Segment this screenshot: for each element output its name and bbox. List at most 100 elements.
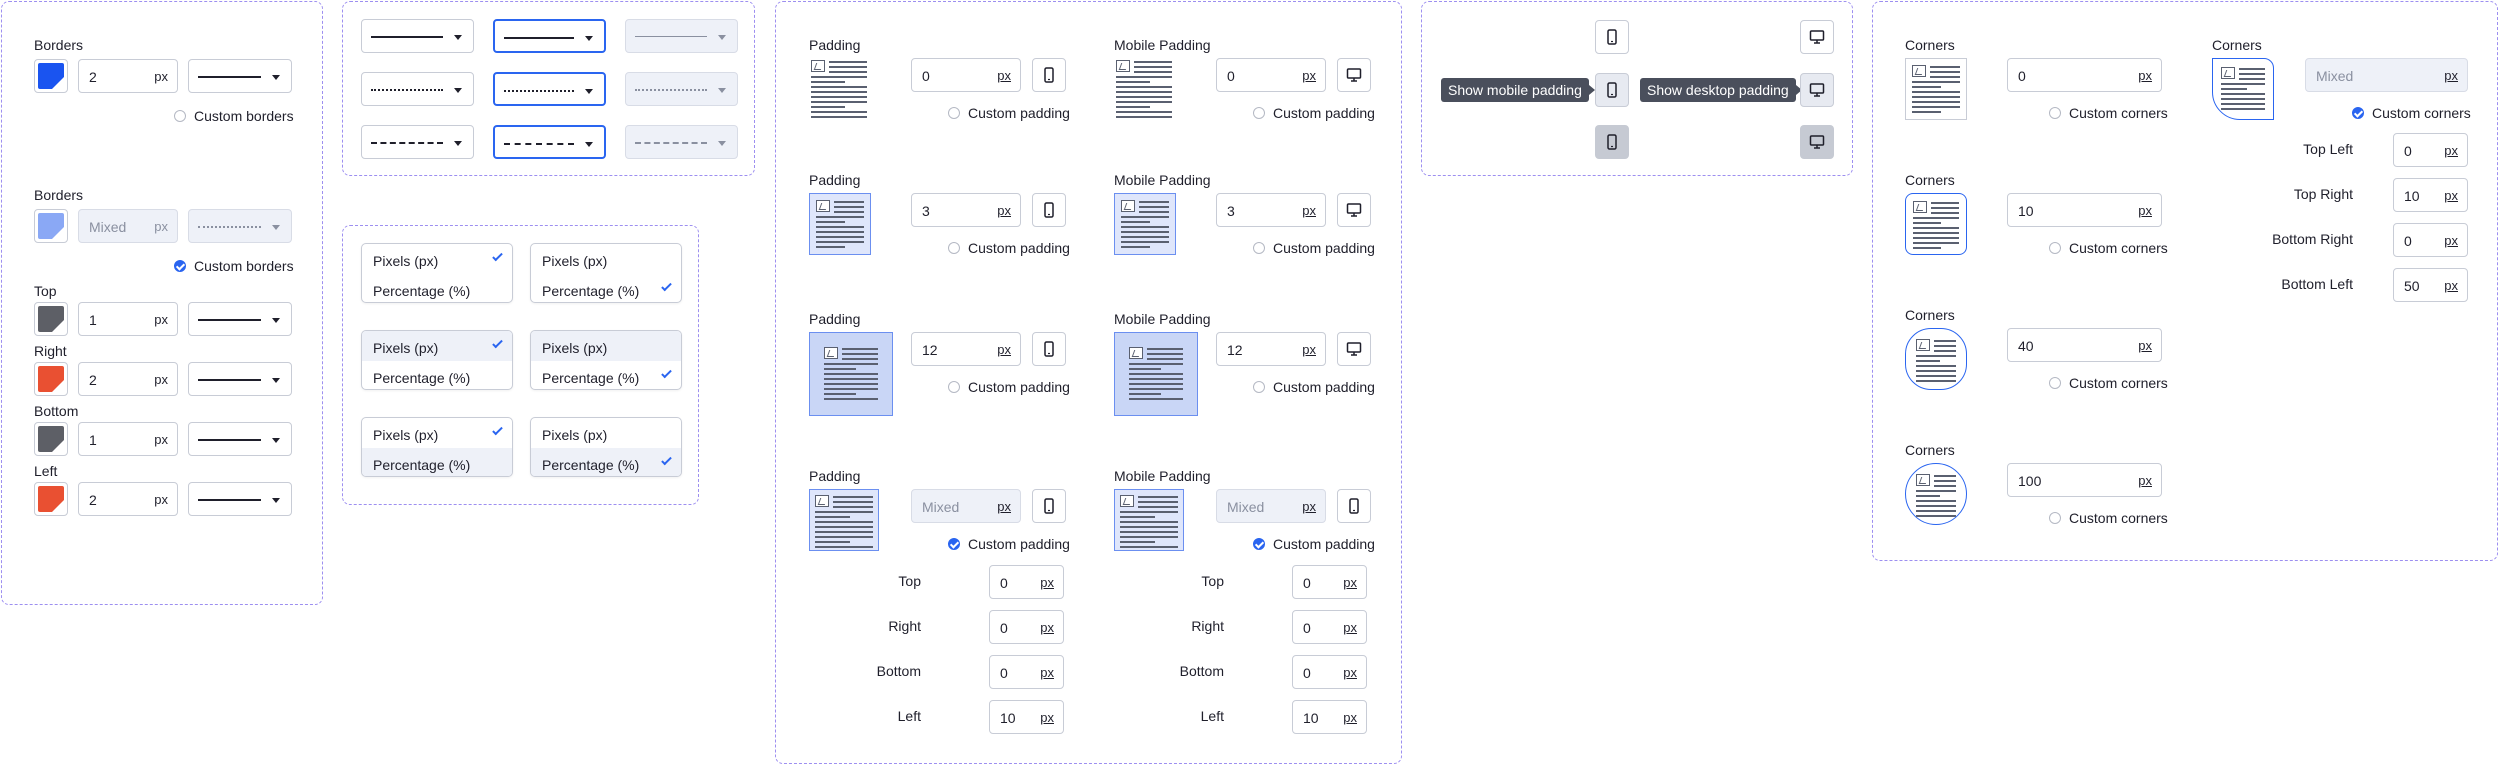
desktop-toggle-button-hover[interactable] (1800, 73, 1834, 107)
line-solid-select-disabled[interactable] (625, 19, 738, 53)
border-left-style-select[interactable] (188, 482, 292, 516)
mobile-toggle-button[interactable] (1337, 489, 1371, 523)
text-line (833, 501, 873, 503)
border-bottom-width-input[interactable]: 1 px (78, 422, 178, 456)
border-right-width-input[interactable]: 2 px (78, 362, 178, 396)
line-dotted-select-disabled[interactable] (625, 72, 738, 106)
text-line (1129, 388, 1183, 390)
mobile-toggle-button-active[interactable] (1595, 125, 1629, 159)
corner-bottom-left-input[interactable]: 50 px (2393, 268, 2468, 302)
unit-option-percentage[interactable]: Percentage (%) (531, 274, 681, 302)
unit-option-percentage[interactable]: Percentage (%) (531, 448, 681, 476)
custom-padding-checkbox[interactable]: Custom padding (948, 240, 1070, 256)
border-style-select[interactable] (188, 59, 292, 93)
border-top-style-select[interactable] (188, 302, 292, 336)
border-right-style-select[interactable] (188, 362, 292, 396)
line-dashed-select-disabled[interactable] (625, 125, 738, 159)
desktop-toggle-button[interactable] (1800, 20, 1834, 54)
unit-option-percentage[interactable]: Percentage (%) (531, 361, 681, 389)
border-top-width-input[interactable]: 1 px (78, 302, 178, 336)
padding-right-input[interactable]: 0 px (989, 610, 1064, 644)
padding-input-mixed[interactable]: Mixed px (911, 489, 1021, 523)
mobile-toggle-button[interactable] (1032, 58, 1066, 92)
custom-padding-checkbox[interactable]: Custom padding (948, 379, 1070, 395)
line-dashed-select[interactable] (361, 125, 474, 159)
mobile-toggle-button[interactable] (1595, 20, 1629, 54)
border-bottom-style-select[interactable] (188, 422, 292, 456)
line-solid-select[interactable] (361, 19, 474, 53)
unit-option-percentage[interactable]: Percentage (%) (362, 274, 512, 302)
border-width-input[interactable]: 2 px (78, 59, 178, 93)
border-left-color-swatch[interactable] (34, 482, 68, 516)
corner-bottom-right-input[interactable]: 0 px (2393, 223, 2468, 257)
mobile-toggle-button-hover[interactable] (1595, 73, 1629, 107)
border-bottom-color-swatch[interactable] (34, 422, 68, 456)
mobile-padding-input[interactable]: 12 px (1216, 332, 1326, 366)
unit-option-percentage[interactable]: Percentage (%) (362, 361, 512, 389)
mobile-padding-right-input[interactable]: 0 px (1292, 610, 1367, 644)
custom-padding-checkbox-checked[interactable]: Custom padding (1253, 536, 1375, 552)
chevron-down-icon (718, 88, 726, 93)
custom-padding-checkbox[interactable]: Custom padding (1253, 240, 1375, 256)
mobile-padding-preview (1114, 332, 1198, 416)
custom-corners-checkbox[interactable]: Custom corners (2049, 240, 2168, 256)
unit-option-percentage[interactable]: Percentage (%) (362, 448, 512, 476)
padding-bottom-input[interactable]: 0 px (989, 655, 1064, 689)
mobile-padding-left-input[interactable]: 10 px (1292, 700, 1367, 734)
mobile-padding-bottom-input[interactable]: 0 px (1292, 655, 1367, 689)
check-icon (661, 280, 672, 292)
custom-padding-checkbox[interactable]: Custom padding (1253, 379, 1375, 395)
mobile-toggle-button[interactable] (1032, 332, 1066, 366)
unit-option-pixels[interactable]: Pixels (px) (362, 244, 512, 274)
text-line (1916, 380, 1956, 382)
line-dotted-select[interactable] (361, 72, 474, 106)
mobile-padding-input[interactable]: 0 px (1216, 58, 1326, 92)
corners-input[interactable]: 0 px (2007, 58, 2162, 92)
custom-borders-checkbox-checked[interactable]: Custom borders (174, 258, 294, 274)
line-dotted-select-focused[interactable] (493, 72, 606, 106)
mobile-toggle-button[interactable] (1032, 193, 1066, 227)
border-width-input-mixed[interactable]: Mixed px (78, 209, 178, 243)
corner-top-right-input[interactable]: 10 px (2393, 178, 2468, 212)
unit-option-pixels[interactable]: Pixels (px) (362, 418, 512, 448)
corners-input[interactable]: 40 px (2007, 328, 2162, 362)
padding-input[interactable]: 0 px (911, 58, 1021, 92)
border-right-color-swatch[interactable] (34, 362, 68, 396)
line-solid-select-focused[interactable] (493, 19, 606, 53)
text-line (811, 116, 867, 118)
custom-padding-checkbox[interactable]: Custom padding (948, 105, 1070, 121)
custom-padding-checkbox-checked[interactable]: Custom padding (948, 536, 1070, 552)
corners-input[interactable]: 100 px (2007, 463, 2162, 497)
border-color-swatch-mixed[interactable] (34, 209, 68, 243)
mobile-padding-top-input[interactable]: 0 px (1292, 565, 1367, 599)
custom-corners-checkbox[interactable]: Custom corners (2049, 105, 2168, 121)
custom-corners-checkbox[interactable]: Custom corners (2049, 375, 2168, 391)
custom-corners-checkbox[interactable]: Custom corners (2049, 510, 2168, 526)
corners-input[interactable]: 10 px (2007, 193, 2162, 227)
unit-option-pixels[interactable]: Pixels (px) (362, 331, 512, 361)
border-color-swatch[interactable] (34, 59, 68, 93)
padding-input[interactable]: 3 px (911, 193, 1021, 227)
line-dashed-select-focused[interactable] (493, 125, 606, 159)
border-style-select-mixed[interactable] (188, 209, 292, 243)
unit-option-pixels[interactable]: Pixels (px) (531, 418, 681, 448)
unit-option-pixels[interactable]: Pixels (px) (531, 244, 681, 274)
padding-top-input[interactable]: 0 px (989, 565, 1064, 599)
custom-padding-checkbox[interactable]: Custom padding (1253, 105, 1375, 121)
mobile-padding-input-mixed[interactable]: Mixed px (1216, 489, 1326, 523)
mobile-toggle-button[interactable] (1032, 489, 1066, 523)
corner-top-left-input[interactable]: 0 px (2393, 133, 2468, 167)
desktop-toggle-button[interactable] (1337, 58, 1371, 92)
padding-left-input[interactable]: 10 px (989, 700, 1064, 734)
corners-input-mixed[interactable]: Mixed px (2305, 58, 2468, 92)
custom-corners-checkbox-checked[interactable]: Custom corners (2352, 105, 2471, 121)
custom-borders-checkbox[interactable]: Custom borders (174, 108, 294, 124)
border-left-width-input[interactable]: 2 px (78, 482, 178, 516)
desktop-toggle-button[interactable] (1337, 332, 1371, 366)
padding-input[interactable]: 12 px (911, 332, 1021, 366)
desktop-toggle-button-active[interactable] (1800, 125, 1834, 159)
desktop-toggle-button[interactable] (1337, 193, 1371, 227)
border-top-color-swatch[interactable] (34, 302, 68, 336)
mobile-padding-input[interactable]: 3 px (1216, 193, 1326, 227)
unit-option-pixels[interactable]: Pixels (px) (531, 331, 681, 361)
